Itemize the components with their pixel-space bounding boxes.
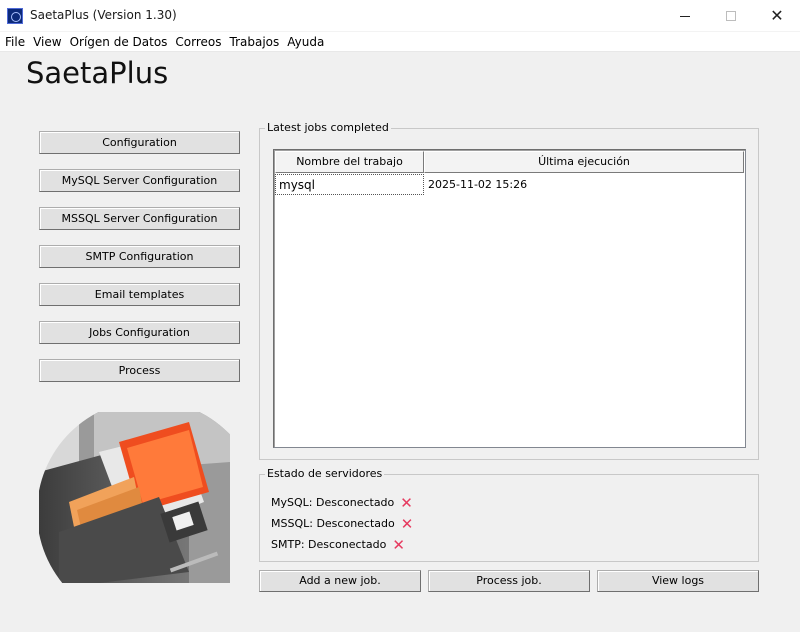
process-job-button[interactable]: Process job. [428,570,590,592]
close-button[interactable]: ✕ [754,0,800,32]
menu-data-source[interactable]: Orígen de Datos [66,35,172,49]
filing-cabinet-image [39,412,230,583]
minimize-icon [680,15,690,17]
x-icon: ✕ [400,514,414,533]
latest-jobs-legend: Latest jobs completed [265,121,391,134]
smtp-status-text: SMTP: Desconectado [271,538,387,551]
app-title: SaetaPlus [26,56,169,90]
last-run-cell: 2025-11-02 15:26 [428,178,528,191]
mysql-config-button[interactable]: MySQL Server Configuration [39,169,240,192]
add-job-button[interactable]: Add a new job. [259,570,421,592]
server-status-group: Estado de servidores MySQL: Desconectado… [259,467,759,562]
jobs-list[interactable]: Nombre del trabajo Última ejecución mysq… [273,149,746,448]
smtp-config-button[interactable]: SMTP Configuration [39,245,240,268]
menu-help[interactable]: Ayuda [283,35,328,49]
mysql-status: MySQL: Desconectado ✕ [271,493,413,512]
process-button[interactable]: Process [39,359,240,382]
menu-view[interactable]: View [29,35,65,49]
email-templates-button[interactable]: Email templates [39,283,240,306]
menu-bar: File View Orígen de Datos Correos Trabaj… [0,32,800,52]
maximize-icon [726,11,736,21]
jobs-config-button[interactable]: Jobs Configuration [39,321,240,344]
job-name-cell: mysql [275,174,424,195]
column-header-last-run[interactable]: Última ejecución [424,151,744,173]
mssql-status-text: MSSQL: Desconectado [271,517,395,530]
title-bar: SaetaPlus (Version 1.30) ✕ [0,0,800,32]
x-icon: ✕ [400,493,413,512]
latest-jobs-group: Latest jobs completed Nombre del trabajo… [259,121,759,460]
mysql-status-text: MySQL: Desconectado [271,496,395,509]
app-icon [7,8,23,24]
minimize-button[interactable] [662,0,708,32]
maximize-button[interactable] [708,0,754,32]
mssql-config-button[interactable]: MSSQL Server Configuration [39,207,240,230]
close-icon: ✕ [770,6,784,25]
view-logs-button[interactable]: View logs [597,570,759,592]
column-header-job-name[interactable]: Nombre del trabajo [275,151,424,173]
smtp-status: SMTP: Desconectado ✕ [271,535,405,554]
mssql-status: MSSQL: Desconectado ✕ [271,514,414,533]
table-row[interactable]: mysql 2025-11-02 15:26 [275,174,745,195]
menu-jobs[interactable]: Trabajos [226,35,284,49]
x-icon: ✕ [392,535,405,554]
server-status-legend: Estado de servidores [265,467,385,480]
configuration-button[interactable]: Configuration [39,131,240,154]
menu-mail[interactable]: Correos [171,35,225,49]
window-title: SaetaPlus (Version 1.30) [30,8,177,22]
menu-file[interactable]: File [1,35,29,49]
